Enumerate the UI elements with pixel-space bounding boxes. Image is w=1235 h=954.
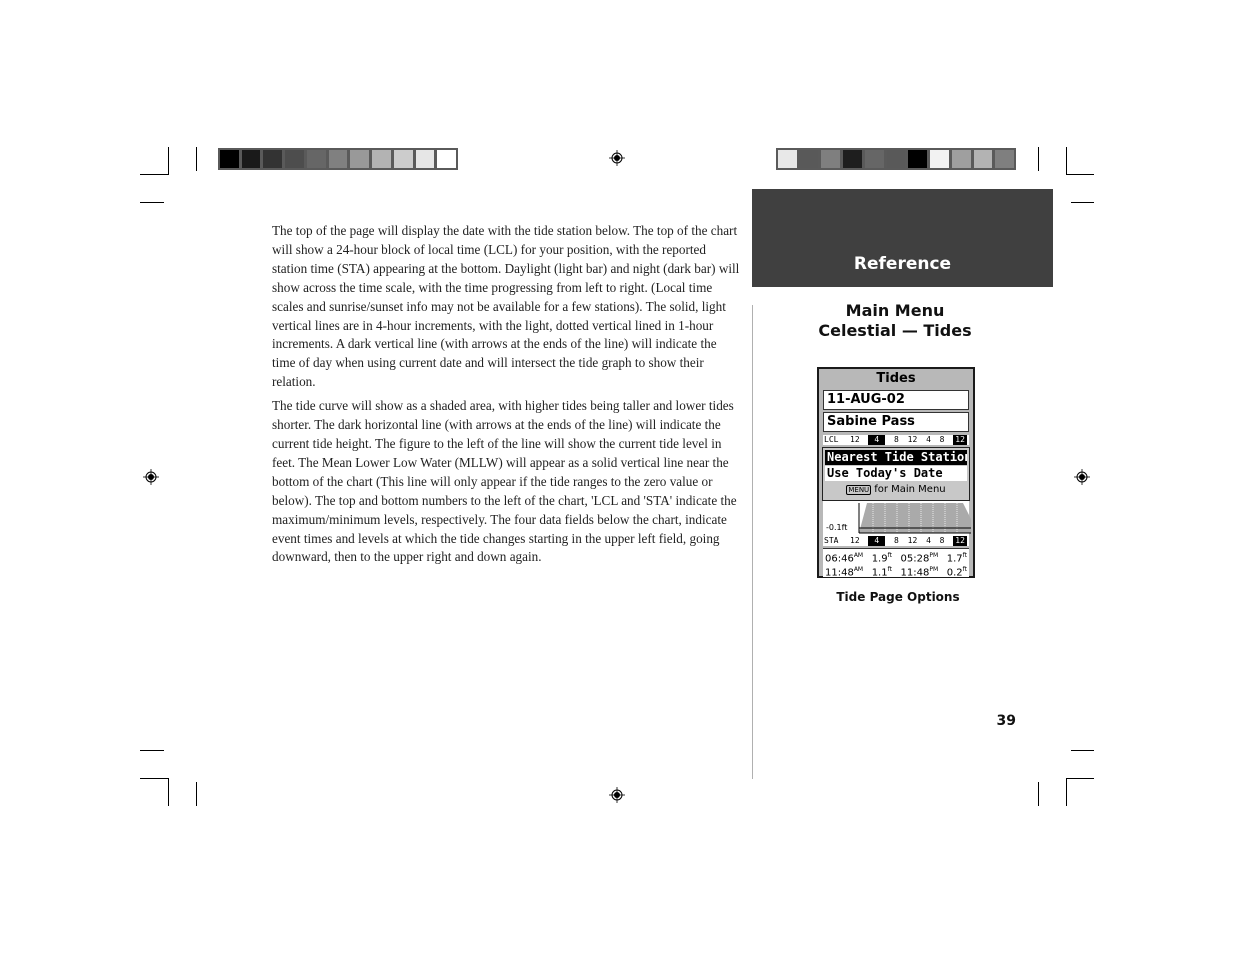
crop-mark: [1071, 202, 1094, 203]
color-swatch: [263, 150, 283, 168]
event-field: 11:48AM: [825, 566, 864, 579]
lcl-time-scale: LCL 12 4 8 12 4 8 12: [823, 435, 969, 445]
menu-option-use-todays-date[interactable]: Use Today's Date: [825, 466, 967, 481]
options-menu: Nearest Tide Station Use Today's Date ME…: [822, 447, 970, 501]
tide-events: 06:46AM 1.9ft 05:28PM 1.7ft 11:48AM 1.1f…: [823, 548, 969, 579]
station-field[interactable]: Sabine Pass: [823, 412, 969, 432]
section-title: Reference: [853, 254, 952, 274]
crop-mark: [196, 782, 197, 806]
crop-mark: [140, 778, 169, 779]
grayscale-color-bar-left: [218, 148, 458, 170]
color-swatch: [778, 150, 797, 168]
crop-mark: [196, 147, 197, 171]
color-swatch: [843, 150, 862, 168]
menu-option-nearest-tide-station[interactable]: Nearest Tide Station: [825, 450, 967, 465]
event-field: 1.1ft: [871, 566, 892, 579]
color-swatch: [328, 150, 348, 168]
paragraph: The tide curve will show as a shaded are…: [272, 398, 737, 565]
event-field: 11:48PM: [900, 566, 939, 579]
figure-caption: Tide Page Options: [836, 590, 960, 604]
crop-mark: [168, 778, 169, 806]
event-row: 06:46AM 1.9ft 05:28PM 1.7ft: [823, 549, 969, 565]
color-swatch: [437, 150, 457, 168]
color-swatch: [306, 150, 326, 168]
crop-mark: [1066, 147, 1067, 175]
menu-key-icon: MENU: [846, 485, 872, 495]
menu-hint-text: for Main Menu: [874, 484, 946, 495]
registration-mark-icon: [609, 787, 625, 803]
crop-mark: [1066, 174, 1094, 175]
tick: 12: [907, 435, 918, 444]
tick: 8: [894, 536, 899, 545]
column-divider: [752, 305, 753, 779]
crop-mark: [140, 174, 169, 175]
color-swatch: [886, 150, 906, 168]
sta-time-scale: STA 12 4 8 12 4 8 12: [823, 536, 969, 546]
event-field: 06:46AM: [825, 552, 864, 565]
tick: 8: [894, 435, 899, 444]
tick: 12: [953, 435, 967, 445]
color-swatch: [973, 150, 993, 168]
color-swatch: [821, 150, 841, 168]
section-header-box: Reference: [752, 189, 1053, 287]
grayscale-color-bar-right: [776, 148, 1016, 170]
crop-mark: [140, 202, 164, 203]
color-swatch: [415, 150, 435, 168]
menu-hint: MENU for Main Menu: [823, 484, 969, 495]
tick: 4: [926, 536, 931, 545]
crop-mark: [1038, 147, 1039, 171]
tick: 4: [868, 536, 886, 546]
color-swatch: [393, 150, 413, 168]
registration-mark-icon: [143, 469, 159, 485]
crop-mark: [168, 147, 169, 175]
color-swatch: [864, 150, 884, 168]
lcl-label: LCL: [824, 435, 839, 444]
scale-ticks: 12 4 8 12 4 8 12: [850, 435, 969, 445]
color-swatch: [951, 150, 971, 168]
color-swatch: [930, 150, 949, 168]
crop-mark: [1038, 782, 1039, 806]
color-swatch: [372, 150, 391, 168]
tide-chart: -0.1ft: [823, 501, 971, 536]
tick: 4: [926, 435, 931, 444]
color-swatch: [350, 150, 370, 168]
tick: 4: [868, 435, 886, 445]
tick: 12: [953, 536, 967, 546]
device-screen: Tides 11-AUG-02 Sabine Pass LCL 12 4 8 1…: [817, 367, 975, 578]
crop-mark: [140, 750, 164, 751]
heading-line: Main Menu: [845, 301, 945, 320]
scale-ticks: 12 4 8 12 4 8 12: [850, 536, 969, 546]
color-swatch: [799, 150, 819, 168]
tick: 12: [850, 435, 860, 444]
event-field: 1.9ft: [871, 552, 892, 565]
color-swatch: [220, 150, 239, 168]
color-swatch: [995, 150, 1015, 168]
page-number: 39: [996, 713, 1016, 729]
color-swatch: [285, 150, 304, 168]
crop-mark: [1066, 778, 1094, 779]
event-field: 1.7ft: [946, 552, 967, 565]
color-swatch: [241, 150, 261, 168]
crop-mark: [1066, 778, 1067, 806]
heading-line: Celestial — Tides: [818, 321, 972, 340]
crop-mark: [1071, 750, 1094, 751]
body-text: The top of the page will display the dat…: [272, 222, 742, 572]
registration-mark-icon: [609, 150, 625, 166]
paragraph: The top of the page will display the dat…: [272, 223, 740, 390]
tick: 12: [907, 536, 918, 545]
event-field: 05:28PM: [900, 552, 939, 565]
registration-mark-icon: [1074, 469, 1090, 485]
tick: 12: [850, 536, 860, 545]
tick: 8: [939, 536, 945, 545]
date-field[interactable]: 11-AUG-02: [823, 390, 969, 410]
min-level-label: -0.1ft: [826, 523, 848, 532]
screen-title: Tides: [876, 371, 916, 386]
color-swatch: [908, 150, 928, 168]
sta-label: STA: [824, 536, 839, 545]
event-field: 0.2ft: [946, 566, 967, 579]
tick: 8: [939, 435, 945, 444]
sidebar-heading: Main Menu Celestial — Tides: [780, 301, 1010, 341]
event-row: 11:48AM 1.1ft 11:48PM 0.2ft: [823, 563, 969, 579]
